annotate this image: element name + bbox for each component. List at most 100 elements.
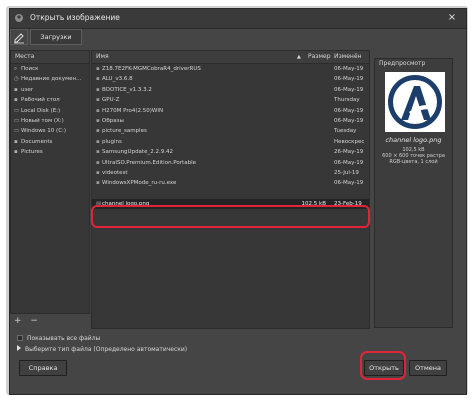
file-name: UltraISO.Premium.Edition.Portable bbox=[102, 159, 196, 166]
help-button[interactable]: Справка bbox=[19, 360, 67, 376]
drive-icon: ▭ bbox=[14, 128, 20, 135]
search-icon: ⌕ bbox=[14, 66, 18, 72]
file-list-header: Имя ▲ Размер Изменён bbox=[92, 51, 369, 64]
file-date: 06-May-19 bbox=[334, 117, 364, 124]
file-row[interactable]: ▪ GPU-Z Thursday bbox=[92, 95, 369, 105]
file-row[interactable]: ▪ SamsungUpdate_2.2.9.42 26-May-19 bbox=[92, 147, 369, 157]
places-item[interactable]: ⌕ Поиск bbox=[11, 64, 89, 74]
places-item-label: Новый том (X:) bbox=[21, 117, 64, 124]
file-date: 06-May-19 bbox=[334, 76, 364, 83]
gimp-app-icon bbox=[15, 14, 23, 22]
folder-icon: ▪ bbox=[96, 97, 100, 104]
file-row[interactable]: ▪ WindowsXPMode_ru-ru.exe 06-May-19 bbox=[92, 178, 369, 188]
folder-icon: ▪ bbox=[14, 86, 18, 93]
places-header: Места bbox=[11, 51, 89, 64]
file-name: Z18.7E2FK-MGMCobraR4_driverRUS bbox=[102, 66, 201, 72]
title-bar: Открыть изображение × bbox=[10, 9, 466, 29]
column-name[interactable]: Имя bbox=[96, 51, 109, 63]
places-item[interactable]: ▪ user bbox=[11, 85, 89, 95]
file-row[interactable]: ▪ plugins Невоскрес bbox=[92, 137, 369, 147]
places-item-label: Pictures bbox=[21, 149, 43, 156]
places-item[interactable]: ▭ Local Disk (E:) bbox=[11, 106, 89, 116]
preview-file-name: channel logo.png bbox=[385, 136, 442, 144]
file-date: Tuesday bbox=[334, 128, 357, 135]
places-item[interactable]: ▭ Новый том (X:) bbox=[11, 116, 89, 126]
remove-bookmark-button[interactable]: − bbox=[30, 316, 38, 326]
file-row[interactable]: ▪ ALU_v3.6.8 06-May-19 bbox=[92, 74, 369, 84]
file-date: 25-Jul-19 bbox=[334, 169, 359, 176]
file-row[interactable]: ▪ Z18.7E2FK-MGMCobraR4_driverRUS 06-May-19 bbox=[92, 64, 369, 74]
sort-arrow-icon: ▲ bbox=[297, 54, 301, 60]
folder-icon: ▪ bbox=[96, 86, 100, 93]
file-name: BOOTICE_v1.3.3.2 bbox=[102, 86, 152, 93]
file-name: WindowsXPMode_ru-ru.exe bbox=[102, 180, 177, 187]
file-name: Образы bbox=[102, 117, 124, 124]
drive-icon: ▭ bbox=[14, 117, 20, 124]
file-date: 06-May-19 bbox=[334, 180, 364, 187]
file-date: 06-May-19 bbox=[334, 159, 364, 166]
places-list: ⌕ Поиск ◷ Недавние докумен... ▪ user ▪ Рабочий … bbox=[11, 64, 89, 158]
file-row[interactable]: ▪ picture_samples Tuesday bbox=[92, 126, 369, 136]
expander-arrow-icon[interactable] bbox=[17, 345, 21, 351]
show-all-files-checkbox[interactable] bbox=[17, 335, 23, 341]
file-type-expander[interactable]: Выберите тип файла (Определено автоматич… bbox=[17, 345, 187, 353]
show-all-files-label: Показывать все файлы bbox=[27, 335, 101, 342]
highlight-selected-file bbox=[91, 205, 370, 228]
places-item-label: Поиск bbox=[21, 66, 39, 72]
file-name: SamsungUpdate_2.2.9.42 bbox=[102, 149, 173, 156]
places-item[interactable]: ▭ Windows 10 (C:) bbox=[11, 126, 89, 136]
preview-thumbnail bbox=[385, 72, 445, 132]
places-controls: + − bbox=[14, 316, 44, 326]
folder-icon: ▪ bbox=[96, 117, 100, 124]
file-name: videotest bbox=[102, 169, 128, 176]
folder-icon: ▪ bbox=[96, 149, 100, 156]
file-row[interactable]: ▪ videotest 25-Jul-19 bbox=[92, 168, 369, 178]
places-item-label: Documents bbox=[21, 138, 53, 145]
folder-icon: ▪ bbox=[14, 149, 18, 156]
places-item[interactable]: ▪ Documents bbox=[11, 137, 89, 147]
file-date: 06-May-19 bbox=[334, 66, 364, 72]
places-item-label: Local Disk (E:) bbox=[21, 107, 61, 114]
file-row[interactable]: ▪ BOOTICE_v1.3.3.2 06-May-19 bbox=[92, 85, 369, 95]
places-item[interactable]: ▪ Рабочий стол bbox=[11, 95, 89, 105]
add-bookmark-button[interactable]: + bbox=[14, 316, 22, 326]
places-item-label: Рабочий стол bbox=[21, 97, 60, 104]
edit-location-button[interactable] bbox=[10, 29, 28, 45]
places-item[interactable]: ◷ Недавние докумен... bbox=[11, 74, 89, 84]
drive-icon: ▭ bbox=[14, 107, 20, 114]
preview-header: Предпросмотр bbox=[379, 60, 426, 67]
folder-icon: ▪ bbox=[96, 107, 100, 114]
pencil-icon bbox=[14, 33, 24, 44]
folder-icon: ▪ bbox=[96, 128, 100, 135]
file-row[interactable]: ▪ UltraISO.Premium.Edition.Portable 06-May… bbox=[92, 158, 369, 168]
column-modified[interactable]: Изменён bbox=[334, 51, 361, 63]
file-row[interactable]: ▪ Образы 06-May-19 bbox=[92, 116, 369, 126]
close-icon[interactable]: × bbox=[446, 12, 458, 24]
file-date: 06-May-19 bbox=[334, 107, 364, 114]
file-type-label: Выберите тип файла (Определено автоматич… bbox=[25, 346, 188, 353]
window-title: Открыть изображение bbox=[30, 13, 120, 22]
places-item-label: Windows 10 (C:) bbox=[21, 128, 67, 135]
places-item[interactable]: ▪ Pictures bbox=[11, 147, 89, 157]
file-row[interactable]: ▪ H270M Pro4(2.50)WIN 06-May-19 bbox=[92, 106, 369, 116]
file-name: ALU_v3.6.8 bbox=[102, 76, 133, 83]
file-name: plugins bbox=[102, 138, 122, 145]
places-panel: Места ⌕ Поиск ◷ Недавние докумен... ▪ user ▪ Ра… bbox=[10, 50, 90, 314]
highlight-open-button bbox=[360, 351, 406, 380]
folder-icon: ▪ bbox=[14, 97, 18, 104]
show-all-files-option[interactable]: Показывать все файлы bbox=[17, 335, 100, 342]
places-item-label: user bbox=[21, 86, 33, 93]
cancel-button[interactable]: Отмена bbox=[409, 360, 447, 376]
folder-icon: ▪ bbox=[96, 76, 100, 83]
folder-icon: ▪ bbox=[96, 180, 100, 187]
path-segment-downloads[interactable]: Загрузки bbox=[30, 29, 82, 45]
column-size[interactable]: Размер bbox=[308, 51, 331, 63]
folder-icon: ▪ bbox=[14, 138, 18, 145]
places-item-label: Недавние докумен... bbox=[21, 76, 82, 83]
file-name: picture_samples bbox=[102, 128, 147, 135]
file-list-panel: Имя ▲ Размер Изменён ▪ Z18.7E2FK-MGMCobra… bbox=[91, 50, 370, 329]
file-date: 26-May-19 bbox=[334, 149, 364, 156]
file-row[interactable] bbox=[92, 189, 369, 199]
preview-color-mode: RGB-цвета, 1 слой bbox=[389, 159, 438, 165]
file-date: Thursday bbox=[334, 97, 360, 104]
